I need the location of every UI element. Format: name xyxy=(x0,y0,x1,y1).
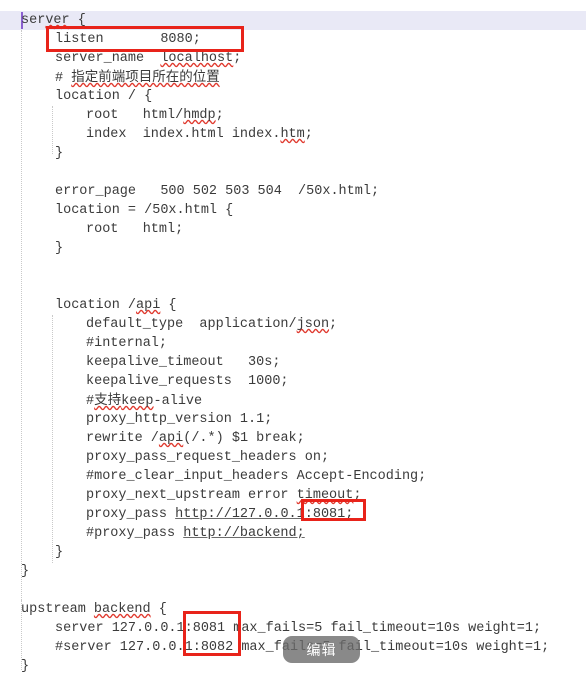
code-line[interactable]: } xyxy=(55,239,63,258)
code-line[interactable]: } xyxy=(55,144,63,163)
code-token-cjk-comment: 支持 xyxy=(94,392,122,408)
code-token-misspelled: json xyxy=(296,317,330,332)
code-token: index index.html index. xyxy=(86,127,281,142)
code-token: ; xyxy=(215,108,224,123)
code-line[interactable]: server_name localhost; xyxy=(55,49,241,68)
code-line[interactable]: } xyxy=(55,543,63,562)
edit-tooltip-button[interactable]: 编辑 xyxy=(283,636,360,663)
code-line[interactable]: listen 8080; xyxy=(55,30,201,49)
code-line[interactable]: upstream backend { xyxy=(21,600,167,619)
current-line-highlight xyxy=(0,11,586,30)
code-token: ; xyxy=(233,51,242,66)
code-token-misspelled: localhost xyxy=(160,51,234,66)
code-line[interactable]: proxy_http_version 1.1; xyxy=(86,410,272,429)
edit-tooltip-label: 编辑 xyxy=(306,642,337,659)
code-line[interactable]: server { xyxy=(21,11,86,30)
code-token: ; xyxy=(304,127,313,142)
code-token-misspelled: api xyxy=(136,298,161,313)
code-token: proxy_next_upstream error xyxy=(86,488,297,503)
code-line[interactable]: keepalive_requests 1000; xyxy=(86,372,289,391)
code-token: { xyxy=(150,602,167,617)
code-line[interactable]: error_page 500 502 503 504 /50x.html; xyxy=(55,182,379,201)
code-token-misspelled: backend xyxy=(93,602,151,617)
code-token: ; xyxy=(353,488,362,503)
code-token-url: http://backend; xyxy=(183,526,305,541)
code-token: # xyxy=(86,394,95,409)
code-token: ser xyxy=(21,13,46,28)
code-line-comment[interactable]: # 指定前端项目所在的位置 xyxy=(55,68,220,87)
code-token-misspelled: ver xyxy=(45,13,70,28)
code-token-misspelled: keep xyxy=(121,394,154,409)
code-token: default_type application/ xyxy=(86,317,297,332)
code-token: { xyxy=(160,298,177,313)
code-token: (/.*) $1 break; xyxy=(183,431,305,446)
code-token: root html/ xyxy=(86,108,184,123)
code-token: ; xyxy=(329,317,338,332)
code-line[interactable]: rewrite /api(/.*) $1 break; xyxy=(86,429,305,448)
code-line[interactable]: } xyxy=(21,562,29,581)
code-editor[interactable]: server { listen 8080; server_name localh… xyxy=(0,0,586,681)
code-token-misspelled: timeout xyxy=(296,488,354,503)
code-line-comment[interactable]: #internal; xyxy=(86,334,167,353)
code-line[interactable]: proxy_pass_request_headers on; xyxy=(86,448,329,467)
code-line[interactable]: index index.html index.htm; xyxy=(86,125,313,144)
code-token: proxy_pass xyxy=(86,507,176,522)
code-token: server_name xyxy=(55,51,161,66)
code-line[interactable]: root html/hmdp; xyxy=(86,106,224,125)
code-token: location / xyxy=(55,298,137,313)
code-token: { xyxy=(69,13,86,28)
code-line[interactable]: } xyxy=(21,657,29,676)
code-token: # xyxy=(55,71,72,86)
code-token-url: http://127.0.0.1:8081; xyxy=(175,507,354,522)
code-line[interactable]: location /api { xyxy=(55,296,177,315)
code-line[interactable]: root html; xyxy=(86,220,183,239)
indent-guide-level-2a xyxy=(52,106,54,154)
code-line[interactable]: keepalive_timeout 30s; xyxy=(86,353,280,372)
code-line-comment[interactable]: #more_clear_input_headers Accept-Encodin… xyxy=(86,467,426,486)
code-token: rewrite / xyxy=(86,431,159,446)
indent-guide-level-2b xyxy=(52,315,54,563)
code-token-misspelled: htm xyxy=(280,127,305,142)
code-token: #proxy_pass xyxy=(86,526,184,541)
code-line[interactable]: proxy_next_upstream error timeout; xyxy=(86,486,361,505)
code-token-misspelled: api xyxy=(158,431,184,446)
code-line[interactable]: location = /50x.html { xyxy=(55,201,233,220)
code-line[interactable]: location / { xyxy=(55,87,152,106)
code-line-comment[interactable]: #支持keep-alive xyxy=(86,391,202,410)
code-token: upstream xyxy=(21,602,94,617)
code-token-cjk-comment: 指定前端项目所在的位置 xyxy=(71,69,220,85)
code-token: -alive xyxy=(153,394,203,409)
code-line-comment[interactable]: #proxy_pass http://backend; xyxy=(86,524,305,543)
code-token-misspelled: hmdp xyxy=(183,108,216,123)
code-line[interactable]: default_type application/json; xyxy=(86,315,337,334)
code-line[interactable]: proxy_pass http://127.0.0.1:8081; xyxy=(86,505,353,524)
indent-guide-level-1 xyxy=(21,30,23,600)
